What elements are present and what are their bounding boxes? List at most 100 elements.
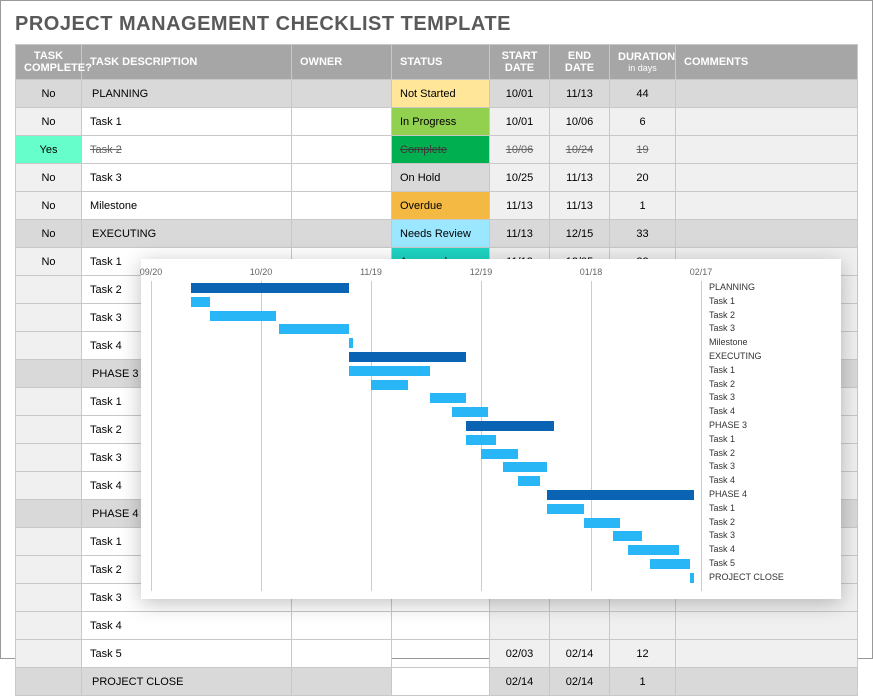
cell-description[interactable]: Task 2 <box>82 136 292 164</box>
cell-status[interactable]: Complete <box>392 136 490 164</box>
cell-complete[interactable] <box>16 388 82 416</box>
cell-owner[interactable] <box>292 640 392 668</box>
cell-start-date[interactable]: 02/03 <box>490 640 550 668</box>
cell-status[interactable] <box>392 668 490 696</box>
cell-complete[interactable] <box>16 360 82 388</box>
gantt-label: Task 2 <box>709 378 829 392</box>
cell-complete[interactable] <box>16 556 82 584</box>
cell-complete[interactable]: No <box>16 220 82 248</box>
cell-duration[interactable]: 1 <box>610 668 676 696</box>
gantt-bar <box>650 559 690 569</box>
cell-owner[interactable] <box>292 192 392 220</box>
cell-complete[interactable] <box>16 500 82 528</box>
cell-description[interactable]: Task 4 <box>82 612 292 640</box>
cell-comments[interactable] <box>676 192 858 220</box>
cell-status[interactable]: Overdue <box>392 192 490 220</box>
th-complete: TASK COMPLETE? <box>16 45 82 80</box>
cell-description[interactable]: Milestone <box>82 192 292 220</box>
cell-comments[interactable] <box>676 80 858 108</box>
cell-start-date[interactable]: 10/06 <box>490 136 550 164</box>
cell-end-date[interactable]: 11/13 <box>550 80 610 108</box>
cell-status[interactable]: In Progress <box>392 108 490 136</box>
cell-start-date[interactable]: 10/01 <box>490 80 550 108</box>
cell-start-date[interactable]: 10/01 <box>490 108 550 136</box>
table-row: NoTask 3 On Hold10/2511/1320 <box>16 164 858 192</box>
gantt-bar <box>371 380 408 390</box>
cell-owner[interactable] <box>292 136 392 164</box>
cell-owner[interactable] <box>292 164 392 192</box>
cell-end-date[interactable]: 11/13 <box>550 164 610 192</box>
cell-complete[interactable]: No <box>16 192 82 220</box>
cell-complete[interactable] <box>16 416 82 444</box>
cell-start-date[interactable]: 11/13 <box>490 192 550 220</box>
cell-description[interactable]: Task 5 <box>82 640 292 668</box>
cell-complete[interactable]: No <box>16 164 82 192</box>
cell-complete[interactable]: No <box>16 80 82 108</box>
cell-duration[interactable] <box>610 612 676 640</box>
cell-comments[interactable] <box>676 612 858 640</box>
cell-comments[interactable] <box>676 108 858 136</box>
gantt-row: Task 3 <box>151 322 831 336</box>
cell-duration[interactable]: 44 <box>610 80 676 108</box>
cell-status[interactable]: Needs Review <box>392 220 490 248</box>
cell-end-date[interactable]: 10/06 <box>550 108 610 136</box>
cell-end-date[interactable]: 11/13 <box>550 192 610 220</box>
cell-complete[interactable]: Yes <box>16 136 82 164</box>
cell-comments[interactable] <box>676 668 858 696</box>
cell-start-date[interactable]: 02/14 <box>490 668 550 696</box>
gantt-row: EXECUTING <box>151 350 831 364</box>
gantt-bar <box>191 283 349 293</box>
gantt-tick: 11/19 <box>360 267 382 277</box>
page-title: PROJECT MANAGEMENT CHECKLIST TEMPLATE <box>1 1 872 44</box>
gantt-label: Task 3 <box>709 529 829 543</box>
cell-complete[interactable] <box>16 668 82 696</box>
gantt-row: Task 1 <box>151 502 831 516</box>
gantt-bar <box>210 311 276 321</box>
cell-owner[interactable] <box>292 108 392 136</box>
cell-owner[interactable] <box>292 612 392 640</box>
cell-owner[interactable] <box>292 668 392 696</box>
cell-owner[interactable] <box>292 80 392 108</box>
cell-duration[interactable]: 33 <box>610 220 676 248</box>
cell-description[interactable]: EXECUTING <box>82 220 292 248</box>
cell-owner[interactable] <box>292 220 392 248</box>
cell-description[interactable]: Task 3 <box>82 164 292 192</box>
cell-duration[interactable]: 20 <box>610 164 676 192</box>
cell-complete[interactable]: No <box>16 248 82 276</box>
cell-status[interactable] <box>392 612 490 640</box>
cell-end-date[interactable] <box>550 612 610 640</box>
gantt-label: Task 3 <box>709 391 829 405</box>
cell-end-date[interactable]: 10/24 <box>550 136 610 164</box>
cell-start-date[interactable] <box>490 612 550 640</box>
cell-comments[interactable] <box>676 136 858 164</box>
cell-complete[interactable] <box>16 444 82 472</box>
cell-complete[interactable] <box>16 640 82 668</box>
cell-status[interactable]: On Hold <box>392 164 490 192</box>
cell-start-date[interactable]: 11/13 <box>490 220 550 248</box>
cell-status[interactable]: Not Started <box>392 80 490 108</box>
cell-end-date[interactable]: 02/14 <box>550 640 610 668</box>
cell-complete[interactable] <box>16 584 82 612</box>
cell-comments[interactable] <box>676 220 858 248</box>
cell-start-date[interactable]: 10/25 <box>490 164 550 192</box>
cell-description[interactable]: PLANNING <box>82 80 292 108</box>
cell-duration[interactable]: 19 <box>610 136 676 164</box>
cell-duration[interactable]: 6 <box>610 108 676 136</box>
cell-complete[interactable] <box>16 276 82 304</box>
cell-description[interactable]: Task 1 <box>82 108 292 136</box>
cell-complete[interactable] <box>16 304 82 332</box>
cell-complete[interactable] <box>16 472 82 500</box>
cell-duration[interactable]: 12 <box>610 640 676 668</box>
cell-duration[interactable]: 1 <box>610 192 676 220</box>
cell-complete[interactable] <box>16 612 82 640</box>
cell-end-date[interactable]: 02/14 <box>550 668 610 696</box>
cell-complete[interactable] <box>16 332 82 360</box>
cell-status[interactable] <box>392 640 490 668</box>
cell-description[interactable]: PROJECT CLOSE <box>82 668 292 696</box>
cell-end-date[interactable]: 12/15 <box>550 220 610 248</box>
gantt-row: Task 4 <box>151 474 831 488</box>
cell-comments[interactable] <box>676 640 858 668</box>
cell-complete[interactable] <box>16 528 82 556</box>
cell-complete[interactable]: No <box>16 108 82 136</box>
cell-comments[interactable] <box>676 164 858 192</box>
